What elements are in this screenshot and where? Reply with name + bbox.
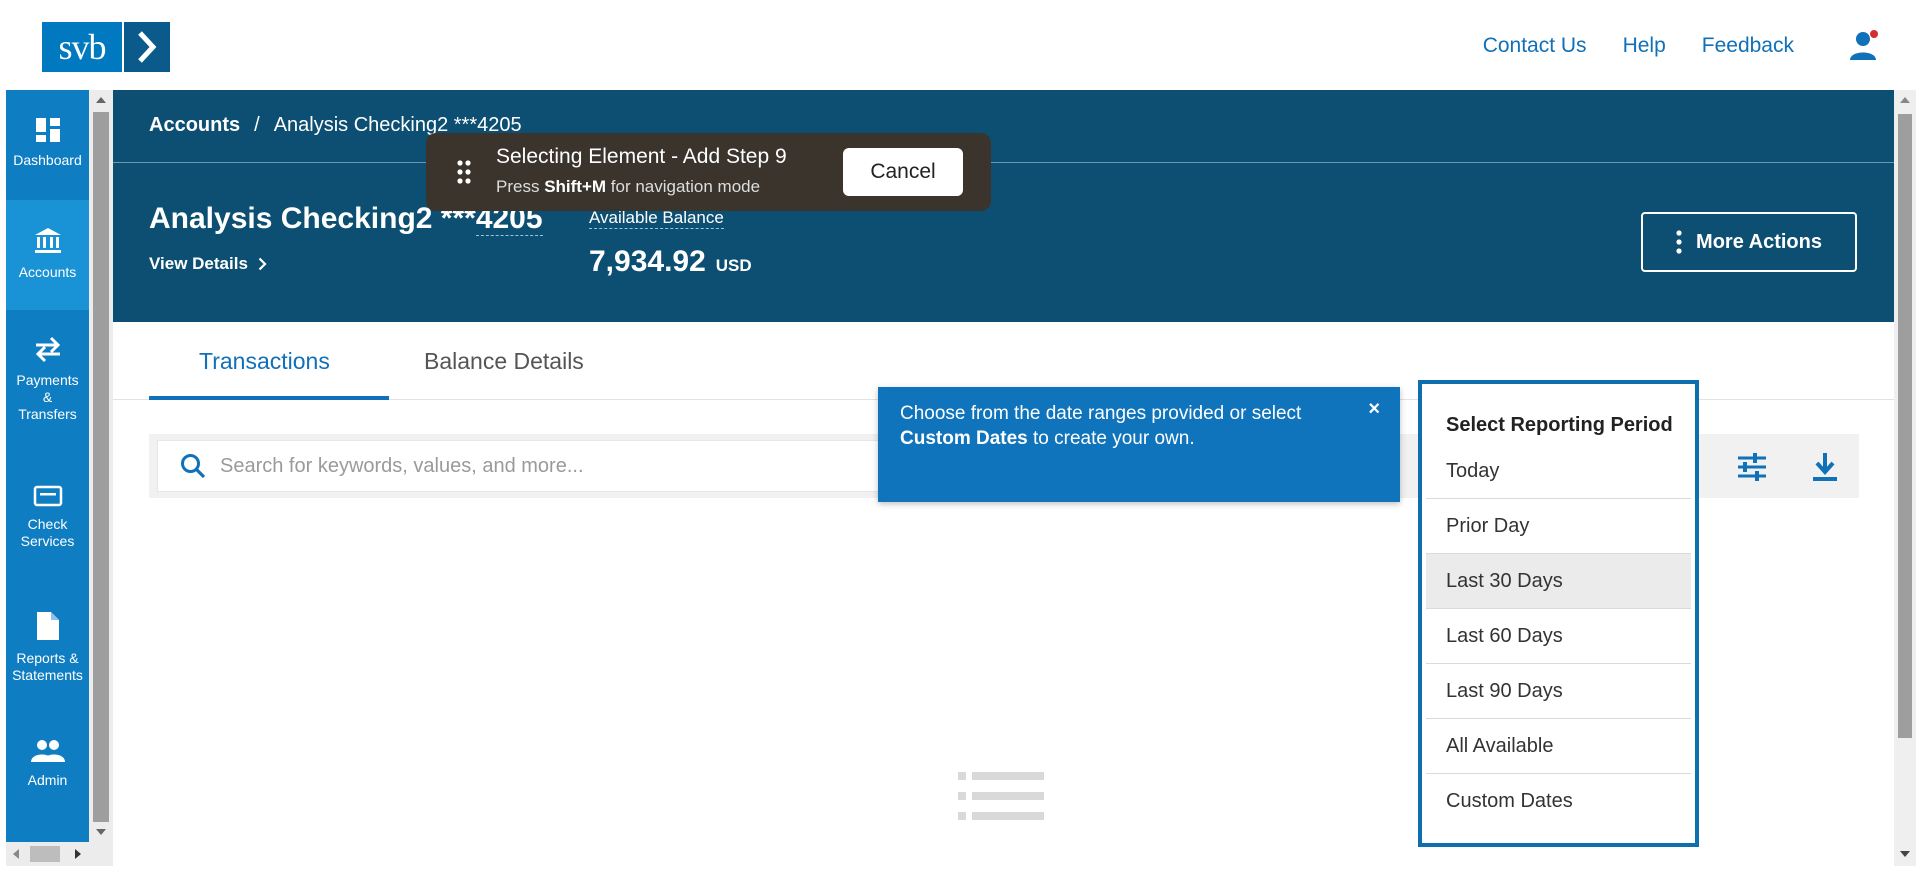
nav-scrollbar[interactable] [89, 90, 113, 866]
users-icon [30, 740, 65, 762]
nav-admin[interactable]: Admin [6, 716, 89, 826]
recorder-hint-suffix: for navigation mode [606, 177, 761, 196]
recorder-hint: Press Shift+M for navigation mode [496, 177, 760, 197]
nav-payments-label: Payments & Transfers [16, 372, 79, 422]
cancel-button[interactable]: Cancel [843, 148, 963, 196]
tooltip-custom-dates: Custom Dates [900, 428, 1028, 449]
bank-icon [34, 228, 61, 253]
left-nav: Dashboard Accounts Payments & Transfers [6, 90, 89, 866]
chevron-right-icon [258, 257, 267, 271]
step-recorder-overlay: Selecting Element - Add Step 9 Press Shi… [426, 133, 991, 211]
user-profile-icon[interactable] [1848, 28, 1882, 62]
breadcrumb-accounts[interactable]: Accounts [149, 114, 240, 137]
date-range-tooltip: Choose from the date ranges provided or … [878, 387, 1400, 502]
nav-check-label: Check Services [20, 516, 75, 549]
account-name: Analysis Checking2 *** [149, 202, 476, 235]
horizontal-scroll-thumb[interactable] [30, 846, 60, 862]
nav-accounts[interactable]: Accounts [6, 200, 89, 310]
available-balance-label[interactable]: Available Balance [589, 208, 724, 229]
scroll-right-icon[interactable] [74, 848, 82, 860]
more-actions-label: More Actions [1696, 230, 1822, 253]
nav-admin-label: Admin [27, 772, 68, 788]
nav-dashboard-label: Dashboard [13, 152, 82, 168]
period-option-all-available[interactable]: All Available [1426, 719, 1691, 774]
recorder-title: Selecting Element - Add Step 9 [496, 145, 787, 168]
tooltip-text-end: to create your own. [1027, 428, 1195, 449]
contact-us-link[interactable]: Contact Us [1483, 34, 1587, 58]
period-option-prior-day[interactable]: Prior Day [1426, 499, 1691, 554]
breadcrumb-separator: / [254, 114, 260, 136]
help-link[interactable]: Help [1623, 34, 1666, 58]
dashboard-icon [35, 118, 60, 142]
search-input[interactable] [220, 454, 860, 478]
document-icon [36, 612, 59, 640]
period-option-last-90-days[interactable]: Last 90 Days [1426, 664, 1691, 719]
tooltip-text: Choose from the date ranges provided or … [900, 403, 1302, 424]
available-balance-value: 7,934.92 USD [589, 245, 752, 279]
scroll-down-icon[interactable] [95, 828, 107, 836]
period-option-custom-dates[interactable]: Custom Dates [1426, 774, 1691, 829]
nav-accounts-label: Accounts [18, 264, 77, 280]
top-header: svb Contact Us Help Feedback [0, 0, 1920, 90]
scroll-down-icon[interactable] [1899, 850, 1911, 858]
drag-handle-icon[interactable] [456, 159, 472, 185]
empty-list-icon [958, 772, 1044, 820]
period-option-last-60-days[interactable]: Last 60 Days [1426, 609, 1691, 664]
nav-dashboard[interactable]: Dashboard [6, 90, 89, 200]
feedback-link[interactable]: Feedback [1702, 34, 1794, 58]
account-banner: Accounts / Analysis Checking2 ***4205 An… [113, 90, 1894, 322]
period-option-today[interactable]: Today [1426, 444, 1691, 499]
logo-text: svb [42, 22, 122, 72]
tab-balance-details[interactable]: Balance Details [424, 348, 584, 375]
nav-horizontal-scrollbar[interactable] [6, 842, 89, 866]
filter-sliders-icon[interactable] [1735, 450, 1769, 484]
view-details-label: View Details [149, 254, 248, 273]
check-icon [33, 485, 62, 507]
page-scrollbar[interactable] [1894, 90, 1916, 866]
period-option-last-30-days[interactable]: Last 30 Days [1426, 554, 1691, 609]
chevron-right-icon [124, 22, 170, 72]
active-tab-underline [149, 396, 389, 400]
reporting-period-dropdown: Select Reporting Period Today Prior Day … [1418, 380, 1699, 847]
reporting-period-title: Select Reporting Period [1446, 414, 1673, 436]
tab-transactions[interactable]: Transactions [199, 348, 330, 375]
nav-scroll-thumb[interactable] [93, 112, 109, 822]
scroll-left-icon[interactable] [12, 848, 20, 860]
kebab-menu-icon [1676, 230, 1682, 254]
currency-code: USD [715, 256, 752, 275]
search-icon [181, 454, 206, 479]
header-links: Contact Us Help Feedback [1483, 34, 1794, 58]
nav-check-services[interactable]: Check Services [6, 460, 89, 586]
view-details-link[interactable]: View Details [149, 254, 267, 274]
available-balance-amount: 7,934.92 [589, 245, 706, 278]
recorder-hint-key: Shift+M [544, 177, 607, 196]
banner-divider [113, 162, 1894, 163]
download-icon[interactable] [1808, 450, 1842, 484]
nav-reports-label: Reports & Statements [12, 650, 83, 683]
recorder-hint-prefix: Press [496, 177, 545, 196]
more-actions-button[interactable]: More Actions [1641, 212, 1857, 272]
scroll-up-icon[interactable] [1899, 96, 1911, 104]
svb-logo[interactable]: svb [42, 22, 170, 72]
page-scroll-thumb[interactable] [1898, 114, 1912, 738]
search-box [157, 440, 917, 492]
transfer-arrows-icon [35, 336, 60, 363]
tooltip-close-icon[interactable]: × [1368, 397, 1380, 422]
scroll-up-icon[interactable] [95, 96, 107, 104]
nav-payments-transfers[interactable]: Payments & Transfers [6, 310, 89, 460]
nav-reports-statements[interactable]: Reports & Statements [6, 586, 89, 716]
